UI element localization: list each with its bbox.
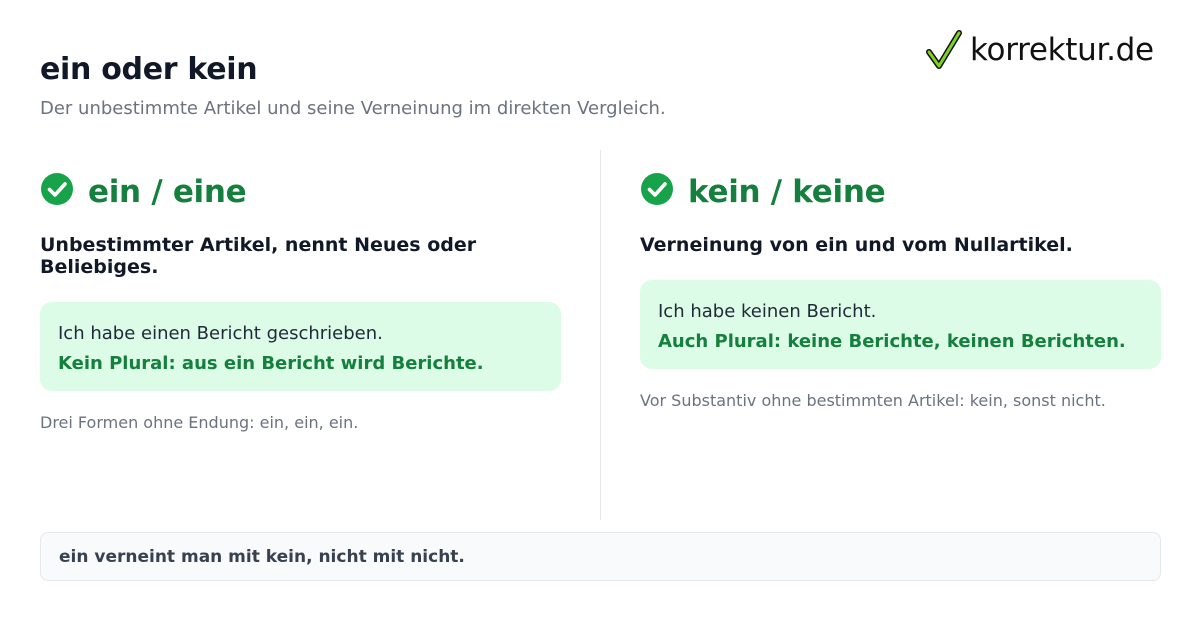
- column-header: ein / eine: [40, 166, 561, 218]
- page-title: ein oder kein: [40, 52, 258, 87]
- summary-text: ein verneint man mit kein, nicht mit nic…: [59, 546, 465, 567]
- brand-logo[interactable]: korrektur.de: [926, 30, 1154, 70]
- column-description: Unbestimmter Artikel, nennt Neues oder B…: [40, 234, 477, 278]
- column-divider: [600, 150, 601, 520]
- column-header: kein / keine: [640, 166, 1161, 218]
- check-circle-icon: [41, 173, 73, 205]
- column-title: ein / eine: [88, 174, 247, 210]
- checkmark-icon: [926, 30, 962, 69]
- example-box: Ich habe keinen Bericht. Auch Plural: ke…: [640, 280, 1161, 369]
- column-hint: Vor Substantiv ohne bestimmten Artikel: …: [640, 391, 1106, 410]
- example-sentence: Ich habe keinen Bericht.: [658, 301, 877, 322]
- check-circle-icon: [641, 173, 673, 205]
- logo-text: korrektur.de: [970, 32, 1154, 68]
- column-description: Verneinung von ein und vom Nullartikel.: [640, 234, 1073, 256]
- column-ein: ein / eine Unbestimmter Artikel, nennt N…: [40, 166, 561, 432]
- example-sentence: Ich habe einen Bericht geschrieben.: [58, 323, 383, 344]
- column-hint: Drei Formen ohne Endung: ein, ein, ein.: [40, 413, 359, 432]
- column-kein: kein / keine Verneinung von ein und vom …: [640, 166, 1161, 410]
- page-subtitle: Der unbestimmte Artikel und seine Vernei…: [40, 98, 666, 119]
- example-note: Auch Plural: keine Berichte, keinen Beri…: [658, 331, 1126, 352]
- summary-footer: ein verneint man mit kein, nicht mit nic…: [40, 532, 1161, 581]
- example-box: Ich habe einen Bericht geschrieben. Kein…: [40, 302, 561, 391]
- example-note: Kein Plural: aus ein Bericht wird Berich…: [58, 353, 484, 374]
- column-title: kein / keine: [688, 174, 886, 210]
